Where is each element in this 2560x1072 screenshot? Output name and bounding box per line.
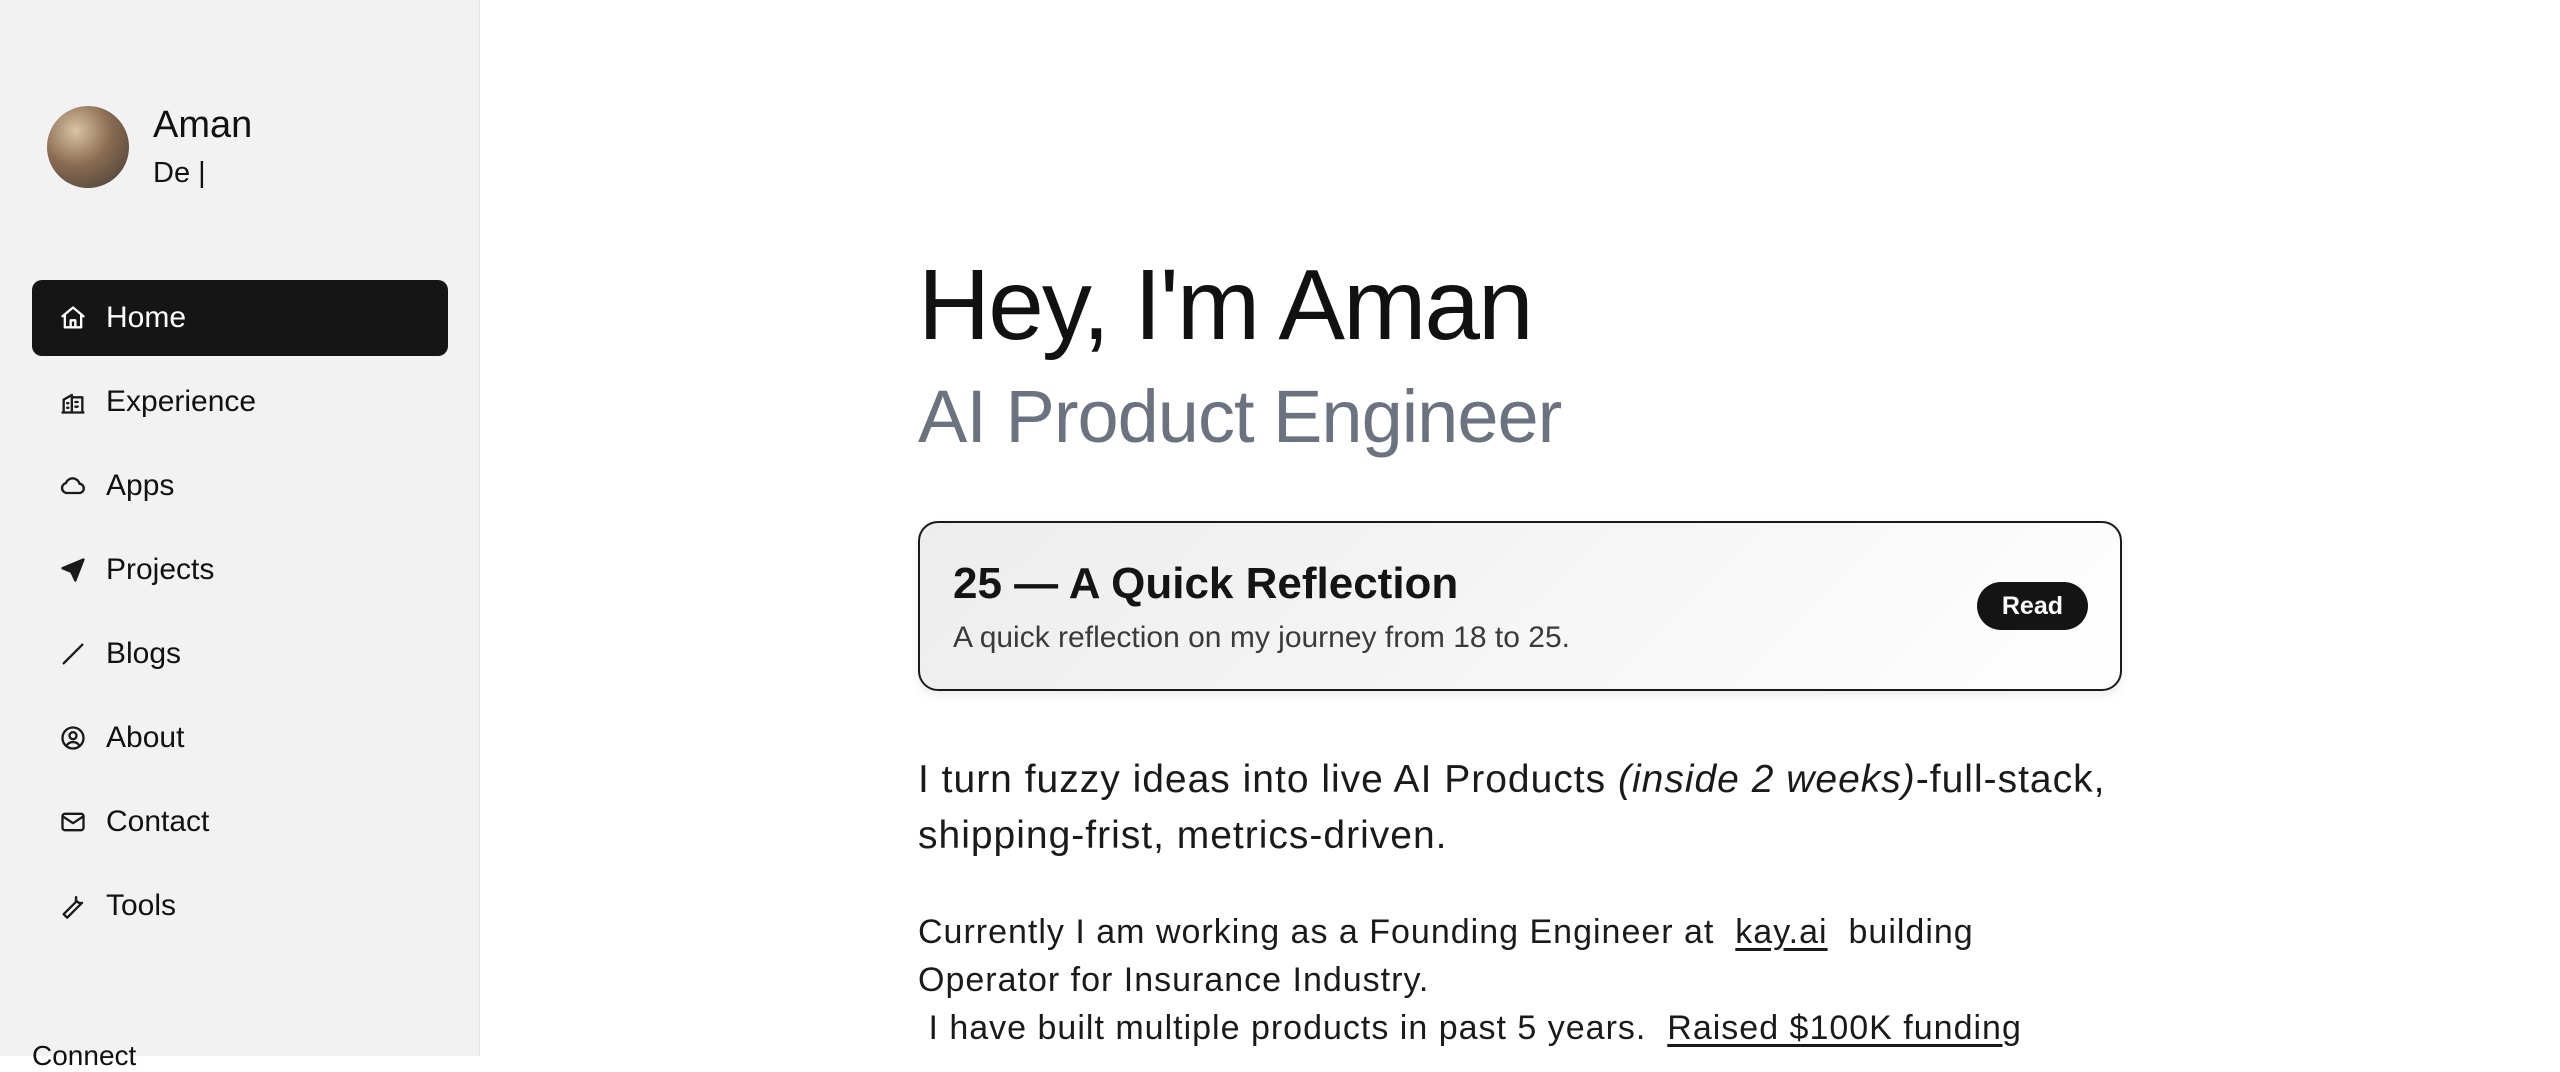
sidebar-item-projects[interactable]: Projects [32,532,448,608]
pen-line-icon [58,639,88,669]
cloud-icon [58,471,88,501]
sidebar-item-home[interactable]: Home [32,280,448,356]
sidebar-item-experience[interactable]: Experience [32,364,448,440]
featured-post-description: A quick reflection on my journey from 18… [953,621,1570,654]
home-icon [58,303,88,333]
funding-link[interactable]: Raised $100K funding [1667,1009,2022,1047]
sidebar-item-tools[interactable]: Tools [32,868,448,944]
sidebar-nav: Home Experience Apps Projects Blogs Abou… [32,280,448,952]
featured-post-card[interactable]: 25 — A Quick Reflection A quick reflecti… [918,521,2122,691]
profile-name: Aman [153,104,253,146]
sidebar-item-label: About [106,721,185,754]
sidebar-item-label: Contact [106,805,210,838]
mail-icon [58,807,88,837]
company-link[interactable]: kay.ai [1735,913,1827,951]
sidebar-item-contact[interactable]: Contact [32,784,448,860]
sidebar-item-label: Projects [106,553,215,586]
connect-section-title: Connect [32,1040,137,1071]
sidebar-item-label: Tools [106,889,177,922]
sidebar-item-about[interactable]: About [32,700,448,776]
featured-post-title: 25 — A Quick Reflection [953,559,1459,608]
profile-subtitle: De | [153,157,206,189]
building-icon [58,387,88,417]
page-title: Hey, I'm Aman [918,249,1534,361]
user-circle-icon [58,723,88,753]
sidebar-item-label: Blogs [106,637,182,670]
page-subtitle: AI Product Engineer [918,375,1562,458]
sidebar-item-blogs[interactable]: Blogs [32,616,448,692]
intro-emphasis: (inside 2 weeks) [1617,758,1916,801]
sidebar: Aman De | Home Experience Apps Projects … [0,0,480,1071]
sidebar-item-label: Experience [106,385,257,418]
read-button[interactable]: Read [1976,582,2088,630]
intro-paragraph: I turn fuzzy ideas into live AI Products… [918,758,2106,857]
profile: Aman De | [47,103,252,191]
wrench-icon [58,891,88,921]
sidebar-item-label: Home [106,301,187,334]
navigation-arrow-icon [58,555,88,585]
sidebar-item-label: Apps [106,469,175,502]
bio-paragraph: Currently I am working as a Founding Eng… [918,913,2022,1047]
avatar [47,106,129,188]
sidebar-item-apps[interactable]: Apps [32,448,448,524]
